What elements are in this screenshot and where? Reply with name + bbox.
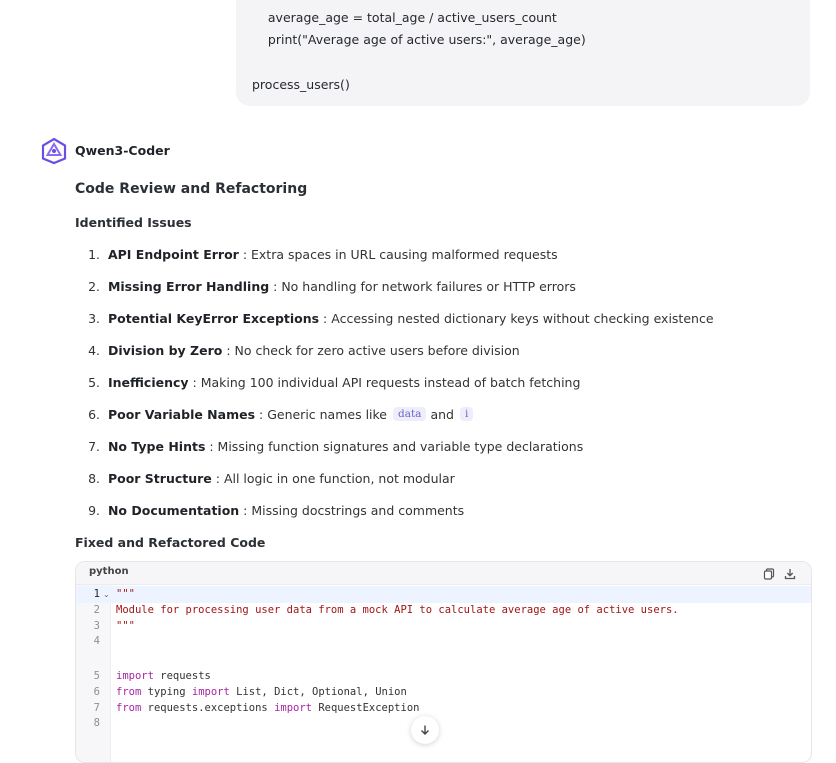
code-heading: Fixed and Refactored Code — [75, 535, 266, 550]
issue-title: Inefficiency — [107, 374, 189, 390]
list-number: 4. — [88, 342, 100, 358]
line-number: 7 — [93, 702, 100, 714]
list-number: 1. — [88, 246, 100, 262]
list-number: 9. — [88, 502, 100, 518]
issue-description: : Generic names like — [255, 406, 391, 422]
list-item: 7. No Type Hints : Missing function sign… — [75, 436, 583, 456]
code-text: typing — [141, 686, 192, 698]
language-label: python — [89, 566, 129, 577]
code-keyword: from — [116, 702, 142, 714]
code-line: """ — [116, 588, 135, 600]
list-item: 1. API Endpoint Error : Extra spaces in … — [75, 244, 558, 264]
issue-title: No Documentation — [107, 502, 240, 518]
arrow-down-icon — [419, 721, 431, 740]
code-text: List, Dict, Optional, Union — [229, 686, 407, 698]
issue-description: : Making 100 individual API requests ins… — [188, 374, 581, 390]
list-number: 5. — [88, 374, 100, 390]
model-name: Qwen3-Coder — [75, 143, 170, 158]
code-keyword: import — [274, 702, 312, 714]
inline-code: data — [392, 407, 427, 421]
list-item: 4. Division by Zero : No check for zero … — [75, 340, 520, 360]
code-line: import requests — [116, 670, 211, 682]
code-keyword: import — [191, 686, 230, 698]
issue-title: No Type Hints — [107, 438, 206, 454]
list-item: 2. Missing Error Handling : No handling … — [75, 276, 576, 296]
code-text: requests.exceptions — [141, 702, 275, 714]
issue-title: Missing Error Handling — [107, 278, 270, 294]
list-item: 3. Potential KeyError Exceptions : Acces… — [75, 308, 714, 328]
qwen-logo-icon — [40, 137, 68, 165]
list-number: 6. — [88, 406, 100, 422]
line-number: 6 — [93, 686, 100, 698]
issue-title: API Endpoint Error — [107, 246, 239, 262]
code-line: from typing import List, Dict, Optional,… — [116, 686, 407, 698]
list-item: 5. Inefficiency : Making 100 individual … — [75, 372, 580, 392]
user-code-line: average_age = total_age / active_users_c… — [252, 10, 557, 25]
user-code-line: print("Average age of active users:", av… — [252, 32, 586, 47]
line-number: 1 — [93, 588, 100, 600]
issue-description: : Extra spaces in URL causing malformed … — [238, 246, 558, 262]
user-code-line: process_users() — [252, 77, 350, 92]
list-number: 2. — [88, 278, 100, 294]
list-item: 9. No Documentation : Missing docstrings… — [75, 500, 464, 520]
chevron-down-icon[interactable]: ⌄ — [103, 590, 110, 599]
line-number: 2 — [93, 604, 100, 616]
line-number: 4 — [93, 635, 100, 647]
code-header: python — [76, 562, 811, 585]
list-item: 8. Poor Structure : All logic in one fun… — [75, 468, 455, 488]
issue-title: Potential KeyError Exceptions — [107, 310, 320, 326]
list-number: 3. — [88, 310, 100, 326]
line-number: 8 — [93, 717, 100, 729]
issue-description: : Missing function signatures and variab… — [205, 438, 584, 454]
issue-description: : Accessing nested dictionary keys witho… — [319, 310, 714, 326]
conjunction-text: and — [430, 406, 454, 422]
issues-heading: Identified Issues — [75, 215, 192, 230]
user-message-bubble: average_age = total_age / active_users_c… — [236, 0, 810, 106]
list-number: 8. — [88, 470, 100, 486]
list-number: 7. — [88, 438, 100, 454]
code-keyword: from — [116, 686, 142, 698]
code-keyword: import — [116, 670, 154, 682]
code-line: Module for processing user data from a m… — [116, 604, 679, 616]
code-block: python 1 ⌄ 2 3 4 5 6 7 8 """ Module for … — [75, 561, 812, 763]
list-item: 6. Poor Variable Names : Generic names l… — [75, 404, 477, 424]
code-line: from requests.exceptions import RequestE… — [116, 702, 419, 714]
response-heading: Code Review and Refactoring — [75, 181, 308, 197]
line-number: 3 — [93, 620, 100, 632]
issue-description: : Missing docstrings and comments — [239, 502, 465, 518]
download-icon[interactable] — [783, 566, 797, 580]
line-number: 5 — [93, 670, 100, 682]
issue-description: : No handling for network failures or HT… — [269, 278, 576, 294]
scroll-down-button[interactable] — [411, 716, 439, 744]
issue-title: Division by Zero — [107, 342, 223, 358]
issue-description: : All logic in one function, not modular — [211, 470, 455, 486]
issue-title: Poor Variable Names — [107, 406, 256, 422]
code-text: requests — [153, 670, 211, 682]
code-line: """ — [116, 620, 135, 632]
inline-code: i — [459, 407, 474, 421]
copy-icon[interactable] — [762, 566, 776, 580]
issue-title: Poor Structure — [107, 470, 212, 486]
code-text: RequestException — [312, 702, 420, 714]
issue-description: : No check for zero active users before … — [222, 342, 520, 358]
active-line-highlight — [76, 586, 811, 603]
